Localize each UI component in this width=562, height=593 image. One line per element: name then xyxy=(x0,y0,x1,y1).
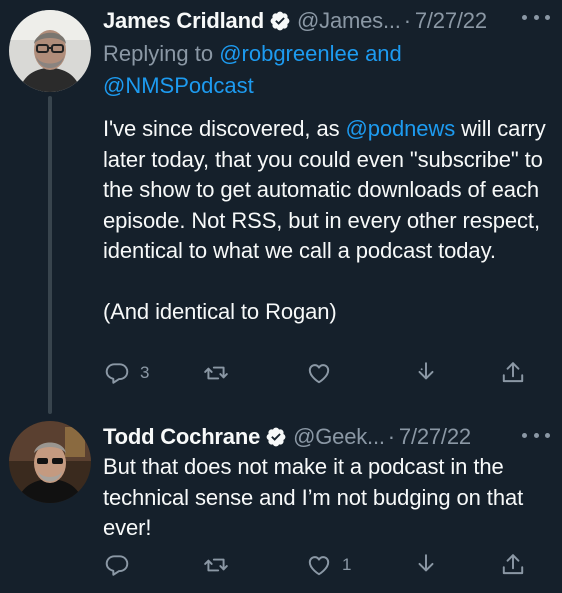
reply-button[interactable]: 3 xyxy=(104,358,149,388)
mention-link[interactable]: @robgreenlee xyxy=(219,41,359,66)
author-handle[interactable]: @James... xyxy=(297,8,401,34)
tweet-header: James Cridland @James... · 7/27/22 xyxy=(103,4,552,38)
reply-icon xyxy=(105,363,129,384)
like-count: 1 xyxy=(342,555,352,574)
like-button[interactable]: 1 xyxy=(306,550,351,580)
heart-icon xyxy=(308,556,330,576)
more-horizontal-icon[interactable] xyxy=(522,424,550,446)
avatar[interactable] xyxy=(9,10,91,92)
author-handle[interactable]: @Geek... xyxy=(293,424,385,450)
tweet-date[interactable]: 7/27/22 xyxy=(415,8,487,34)
tweet-actions: 1 xyxy=(0,550,562,580)
reply-button[interactable] xyxy=(104,550,140,580)
heart-icon xyxy=(308,364,330,384)
tweet-text-part: I've since discovered, as xyxy=(103,116,346,141)
share-icon xyxy=(502,554,524,575)
tweet-text-paragraph: But that does not make it a podcast in t… xyxy=(103,454,524,540)
verified-badge-icon xyxy=(266,427,286,447)
tweet-date[interactable]: 7/27/22 xyxy=(399,424,471,450)
tweet[interactable]: James Cridland @James... · 7/27/22 Reply… xyxy=(0,0,562,418)
separator-dot: · xyxy=(403,8,411,33)
mention-link[interactable]: @podnews xyxy=(346,116,456,141)
tweet-text-paragraph: (And identical to Rogan) xyxy=(103,298,337,324)
share-button[interactable] xyxy=(500,358,526,388)
tweet-header: Todd Cochrane @Geek... · 7/27/22 xyxy=(103,420,552,454)
tweet-thread: James Cridland @James... · 7/27/22 Reply… xyxy=(0,0,562,593)
author-name[interactable]: James Cridland xyxy=(103,8,264,34)
replying-to: Replying to @robgreenlee and @NMSPodcast xyxy=(103,38,543,102)
download-button[interactable] xyxy=(413,358,439,388)
verified-badge-icon xyxy=(270,11,290,31)
share-button[interactable] xyxy=(500,550,526,580)
tweet-actions: 3 xyxy=(0,358,562,388)
tweet[interactable]: Todd Cochrane @Geek... · 7/27/22 But tha… xyxy=(0,418,562,593)
retweet-button[interactable] xyxy=(203,358,239,388)
separator-dot: · xyxy=(387,424,395,449)
avatar[interactable] xyxy=(9,421,91,503)
like-button[interactable] xyxy=(306,358,342,388)
tweet-text: But that does not make it a podcast in t… xyxy=(103,452,548,544)
author-name[interactable]: Todd Cochrane xyxy=(103,424,260,450)
download-icon xyxy=(418,554,434,572)
download-icon xyxy=(418,362,434,380)
share-icon xyxy=(502,362,524,383)
replying-to-label: Replying to xyxy=(103,41,220,66)
download-button[interactable] xyxy=(413,550,439,580)
tweet-text: I've since discovered, as @podnews will … xyxy=(103,114,548,327)
retweet-icon xyxy=(204,558,228,572)
retweet-button[interactable] xyxy=(203,550,239,580)
mention-link[interactable]: @NMSPodcast xyxy=(103,73,254,98)
more-horizontal-icon[interactable] xyxy=(522,6,550,28)
retweet-icon xyxy=(204,366,228,380)
reply-icon xyxy=(105,555,129,576)
reply-count: 3 xyxy=(140,363,150,382)
replying-to-joiner: and xyxy=(358,41,402,66)
